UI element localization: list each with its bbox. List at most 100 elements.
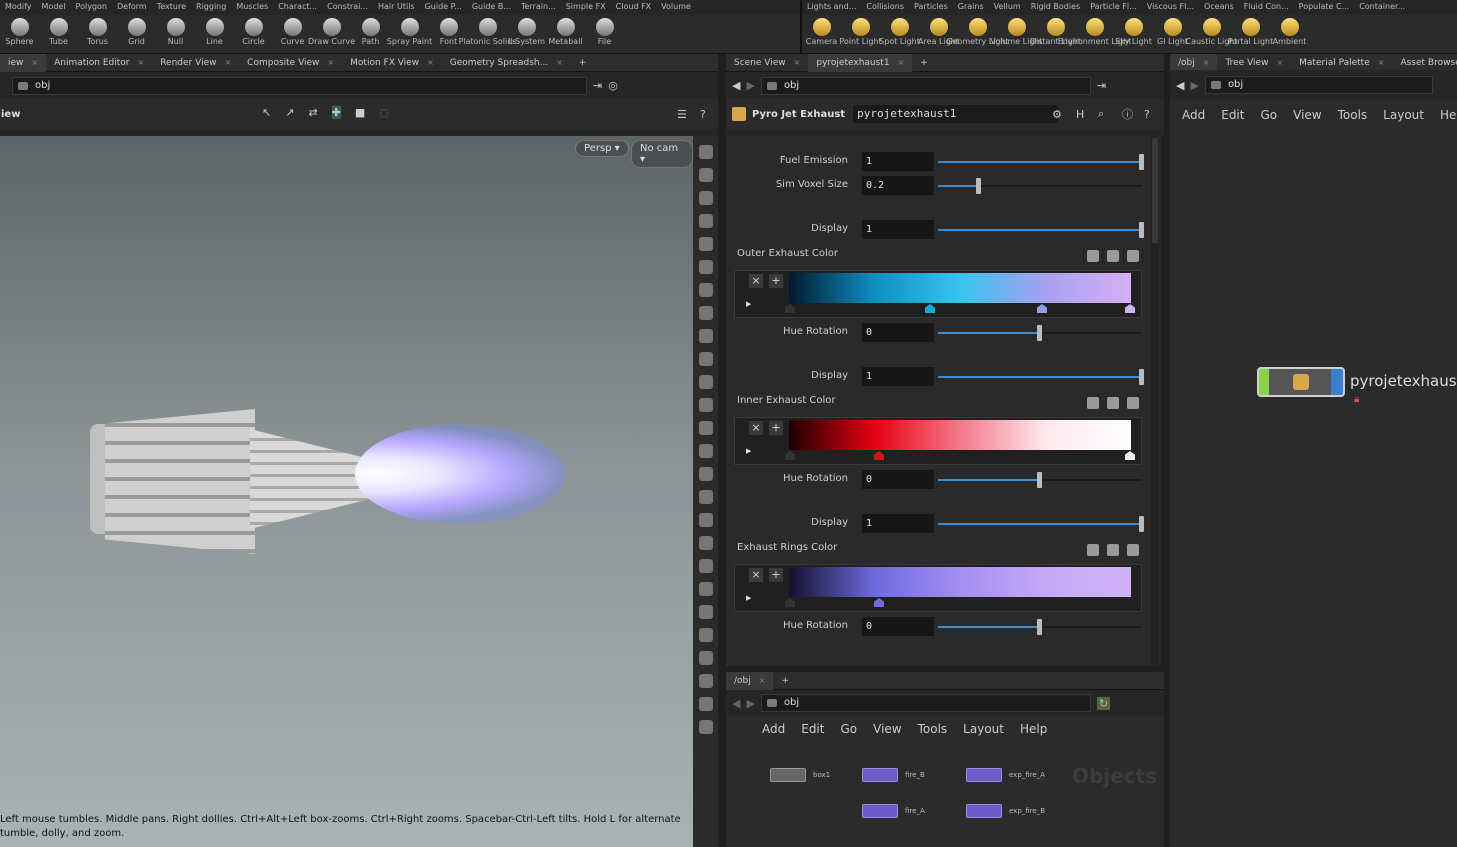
hue-rotation-1-slider[interactable] [938, 325, 1142, 341]
menu-item[interactable]: Help [1012, 722, 1055, 736]
shelf-tab[interactable]: Rigging [191, 0, 231, 15]
close-icon[interactable]: × [327, 58, 334, 67]
ramp-expand-icon[interactable]: ▶ [746, 447, 751, 455]
pane-tab[interactable]: Composite View × [239, 54, 342, 72]
shelf-tool-ambient[interactable]: Ambient [1270, 15, 1309, 53]
shelf-tab[interactable]: Simple FX [561, 0, 611, 15]
forward-icon[interactable]: ▶ [1190, 79, 1198, 92]
menu-item[interactable]: Edit [793, 722, 832, 736]
shelf-tab[interactable]: Volume [656, 0, 696, 15]
shelf-tab[interactable]: Guide P... [420, 0, 467, 15]
viewport-tool-icon[interactable] [698, 398, 713, 412]
view-tool-icon[interactable]: ✚ [331, 106, 341, 119]
menu-item[interactable]: View [865, 722, 909, 736]
shelf-tab[interactable]: Constrai... [322, 0, 373, 15]
pane-tab[interactable]: Render View × [152, 54, 239, 72]
shelf-tool-spot-light[interactable]: Spot Light [879, 15, 920, 53]
ramp-key[interactable] [925, 304, 935, 313]
display-options-icon[interactable]: ☰ [677, 108, 687, 121]
menu-item[interactable]: Help [1432, 108, 1457, 122]
shelf-tool-grid[interactable]: Grid [117, 15, 156, 53]
shelf-tab[interactable]: Vellum [989, 0, 1026, 15]
shelf-tool-sphere[interactable]: Sphere [0, 15, 39, 53]
close-icon[interactable]: × [898, 58, 905, 67]
pane-tab[interactable]: Material Palette × [1291, 54, 1392, 72]
shelf-tool-curve[interactable]: Curve [273, 15, 312, 53]
ramp-save-icon[interactable] [1107, 397, 1119, 409]
shelf-tool-tube[interactable]: Tube [39, 15, 78, 53]
refresh-icon[interactable]: ↻ [1096, 696, 1111, 710]
menu-item[interactable]: Go [832, 722, 865, 736]
ramp-gear-icon[interactable] [1127, 250, 1139, 262]
lock-icon[interactable]: 🔒︎ [1354, 394, 1359, 405]
transform-icon[interactable]: ⇄ [308, 106, 317, 119]
shelf-tab[interactable]: Polygon [71, 0, 112, 15]
ramp-key[interactable] [785, 304, 795, 313]
right-path-field[interactable]: obj [1204, 76, 1433, 94]
shelf-tab[interactable]: Terrain... [516, 0, 561, 15]
viewport-tool-icon[interactable] [698, 651, 713, 665]
hue-rotation-2-slider[interactable] [938, 472, 1142, 488]
shelf-tool-point-light[interactable]: Point Light [839, 15, 882, 53]
shelf-tab[interactable]: Guide B... [467, 0, 516, 15]
shelf-tab[interactable]: Container... [1354, 0, 1410, 15]
menu-item[interactable]: Tools [1330, 108, 1376, 122]
close-icon[interactable]: × [794, 58, 801, 67]
display-1-slider[interactable] [938, 222, 1144, 238]
ramp-gradient[interactable] [789, 420, 1131, 450]
ramp-add-key-button[interactable]: + [769, 568, 783, 582]
menu-item[interactable]: Go [1252, 108, 1285, 122]
persp-menu-button[interactable]: Persp ▾ [575, 140, 629, 157]
menu-item[interactable]: Layout [955, 722, 1012, 736]
viewport-tool-icon[interactable] [698, 559, 713, 573]
close-icon[interactable]: × [224, 58, 231, 67]
menu-item[interactable]: View [1285, 108, 1329, 122]
shelf-tab[interactable]: Muscles [231, 0, 273, 15]
pin-icon[interactable]: ⇥ [1097, 79, 1106, 92]
shelf-tool-metaball[interactable]: Metaball [546, 15, 585, 53]
pane-tab[interactable]: Asset Browser× [1392, 54, 1457, 72]
pyrojetexhaust-node[interactable] [1257, 367, 1345, 397]
pane-tab[interactable]: Animation Editor × [46, 54, 152, 72]
shelf-tool-font[interactable]: Font [429, 15, 468, 53]
viewport-tool-icon[interactable] [698, 329, 713, 343]
gear-icon[interactable]: ⚙ [1052, 108, 1062, 121]
viewport-tool-icon[interactable] [698, 674, 713, 688]
viewport-tool-icon[interactable] [698, 720, 713, 734]
viewport-tool-icon[interactable] [698, 168, 713, 182]
shelf-tab[interactable]: Deform [112, 0, 152, 15]
hue-rotation-1-field[interactable]: 0 [862, 323, 934, 342]
ramp-add-key-button[interactable]: + [769, 421, 783, 435]
back-icon[interactable]: ◀ [732, 697, 740, 710]
shelf-tool-platonic-solids[interactable]: Platonic Solids [459, 15, 516, 53]
node-name-field[interactable]: pyrojetexhaust1 [853, 105, 1059, 123]
shelf-tool-l-system[interactable]: L-System [507, 15, 546, 53]
center-path-field[interactable]: obj [760, 76, 1091, 95]
viewport-tool-icon[interactable] [698, 536, 713, 550]
shelf-tab[interactable]: Collisions [861, 0, 909, 15]
pane-tab[interactable]: pyrojetexhaust1 × [808, 53, 913, 72]
close-icon[interactable]: × [1203, 58, 1210, 67]
pane-tab[interactable]: Motion FX View × [342, 54, 442, 72]
exhaust-rings-color-ramp[interactable]: × + ▶ [734, 564, 1142, 612]
shelf-tab[interactable]: Grains [953, 0, 989, 15]
pane-tab[interactable]: /obj × [726, 671, 774, 690]
display-2-field[interactable]: 1 [862, 367, 934, 386]
fuel-emission-field[interactable]: 1 [862, 152, 934, 171]
shelf-tool-torus[interactable]: Torus [78, 15, 117, 53]
viewport-tool-icon[interactable] [698, 628, 713, 642]
help-icon[interactable]: ? [700, 108, 706, 121]
shelf-tool-null[interactable]: Null [156, 15, 195, 53]
ramp-preset-icon[interactable] [1087, 397, 1099, 409]
shelf-tab[interactable]: Particle Fl... [1085, 0, 1142, 15]
shelf-tab[interactable]: Viscous Fl... [1142, 0, 1199, 15]
network-node[interactable]: exp_fire_A [966, 768, 1045, 782]
ramp-gradient[interactable] [789, 273, 1131, 303]
shelf-tool-path[interactable]: Path [351, 15, 390, 53]
close-icon[interactable]: × [1378, 58, 1385, 67]
menu-item[interactable]: Tools [910, 722, 956, 736]
back-icon[interactable]: ◀ [1176, 79, 1184, 92]
viewport-tool-icon[interactable] [698, 214, 713, 228]
move-tool-icon[interactable]: ↗ [285, 106, 294, 119]
pane-tab[interactable]: /obj × [1170, 53, 1218, 72]
